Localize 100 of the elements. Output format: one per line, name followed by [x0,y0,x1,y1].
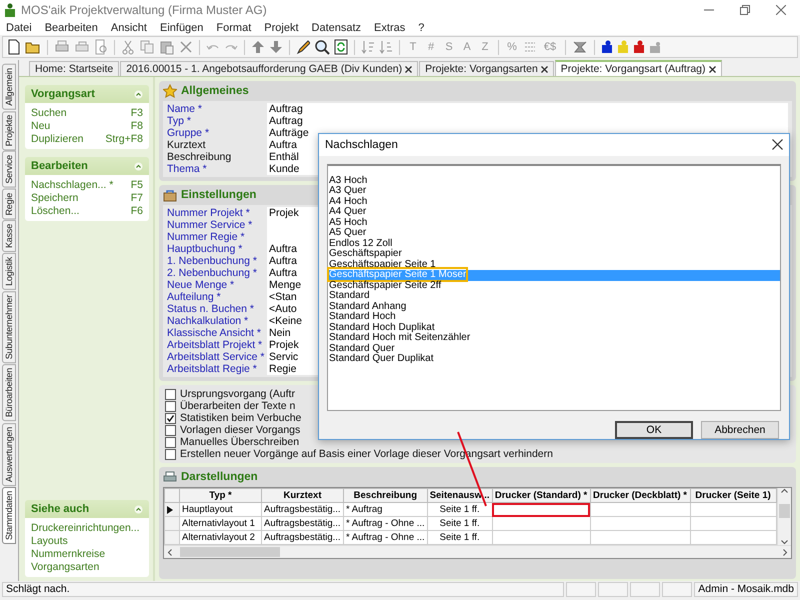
checkbox[interactable] [165,448,176,460]
column-header[interactable]: Beschreibung [344,488,428,502]
task-link[interactable]: Druckereinrichtungen... [31,522,143,534]
checkbox[interactable] [165,388,176,400]
side-tab[interactable]: Stammdaten [2,486,16,544]
close-icon[interactable] [708,66,716,72]
search-icon[interactable] [314,39,330,55]
menu-item[interactable]: ? [418,22,424,34]
menu-item[interactable]: Bearbeiten [44,22,98,34]
dialog-button[interactable]: OK [615,421,693,439]
menu-item[interactable]: Ansicht [110,22,147,34]
list-item[interactable]: Standard Anhang [328,302,780,312]
scroll-up-icon[interactable] [780,488,788,493]
list-item[interactable]: Geschäftspapier Seite 2ff [328,280,780,292]
print-preview-icon[interactable] [94,39,108,55]
list-item[interactable]: A5 Quer [328,228,780,239]
side-tab[interactable]: Subunternehmer [2,291,16,364]
horizontal-scrollbar[interactable] [164,545,791,558]
side-tab[interactable]: Service [2,151,16,188]
table-cell[interactable] [690,516,776,530]
task-link[interactable]: Nummernkreise [31,548,143,560]
list-item[interactable]: Geschäftspapier Seite 1 [328,260,780,270]
checkbox[interactable] [165,436,176,448]
list-item[interactable]: Standard Quer [328,344,780,354]
task-link[interactable]: Layouts [31,535,143,547]
input-field[interactable]: Auftrag [267,115,788,127]
menu-item[interactable]: Format [216,22,252,34]
list-item[interactable]: A4 Quer [328,207,780,218]
list-item[interactable]: Standard Hoch Duplikat [328,322,780,334]
side-tab[interactable]: Regie [2,188,16,220]
pencil-icon[interactable] [296,39,310,55]
task-link[interactable]: Duplizieren [31,133,84,145]
side-tab[interactable]: Allgemein [2,64,16,110]
collapse-icon[interactable] [134,162,143,170]
table-cell[interactable] [492,516,590,530]
vertical-scrollbar[interactable] [776,488,791,545]
list-item[interactable]: A5 Hoch [328,218,780,228]
side-tab[interactable]: Projekte [2,110,16,150]
list-item[interactable]: Geschäftspapier [328,249,780,260]
list-item[interactable]: A3 Quer [328,186,780,197]
checkbox[interactable] [165,424,176,436]
close-icon[interactable] [772,139,783,150]
task-link[interactable]: Neu [31,120,50,132]
side-tab[interactable]: Kasse [2,220,16,252]
side-tab[interactable]: Büroarbeiten [2,364,16,422]
checkbox[interactable] [165,412,176,424]
task-link[interactable]: Suchen [31,107,67,119]
document-tab[interactable]: 2016.00015 - 1. Angebotsaufforderung GAEB (Div Kunden) [120,61,418,76]
side-tab[interactable]: Auswertungen [2,422,16,486]
menu-item[interactable]: Extras [374,22,406,34]
menu-item[interactable]: Datensatz [312,22,362,34]
document-tab[interactable]: Projekte: Vorgangsart (Auftrag) [554,60,722,76]
new-document-icon[interactable] [7,39,21,55]
table-cell[interactable] [590,516,690,530]
close-icon[interactable] [540,66,548,72]
column-header[interactable]: Typ * [180,488,262,502]
close-icon[interactable] [405,66,412,72]
delete-icon[interactable] [179,39,193,55]
column-header[interactable]: Drucker (Deckblatt) * [590,488,690,502]
task-link[interactable]: Speichern [31,192,78,204]
table-cell[interactable] [690,502,776,516]
close-icon[interactable] [776,5,786,15]
paste-icon[interactable] [159,39,175,55]
puzzle-piece-icon[interactable] [633,40,645,54]
side-tab[interactable]: Logistik [2,253,16,290]
puzzle-piece-icon[interactable] [601,40,613,54]
document-tab[interactable]: Projekte: Vorgangsarten [419,61,554,76]
scissors-icon[interactable] [121,39,135,55]
list-item[interactable]: Standard Quer Duplikat [328,354,780,365]
highlighted-cell[interactable] [492,502,590,516]
column-header[interactable]: Kurztext [262,488,344,502]
sort-descending-icon[interactable] [379,39,393,55]
scroll-down-icon[interactable] [780,540,788,545]
list-item[interactable]: Endlos 12 Zoll [328,238,780,250]
restore-icon[interactable] [740,5,750,15]
checkbox[interactable] [165,400,176,412]
list-item[interactable]: Standard [328,291,780,302]
list-item[interactable]: Standard Hoch mit Seitenzähler [328,333,780,344]
refresh-icon[interactable] [334,39,348,55]
menu-item[interactable]: Datei [6,22,32,34]
table-cell[interactable] [590,502,690,516]
collapse-icon[interactable] [134,90,143,98]
document-tab[interactable]: Home: Startseite [29,61,120,76]
scroll-left-icon[interactable] [167,548,172,556]
input-field[interactable]: Auftrag [267,103,788,115]
menu-item[interactable]: Projekt [264,22,299,34]
column-header[interactable]: Drucker (Seite 1) [690,488,776,502]
collapse-icon[interactable] [134,504,143,514]
down-arrow-icon[interactable] [269,39,283,55]
dialog-button[interactable]: Abbrechen [701,421,779,439]
column-header[interactable]: Drucker (Standard) * [492,488,590,502]
task-link[interactable]: Nachschlagen... * [31,179,114,191]
task-link[interactable]: Vorgangsarten [31,561,143,573]
list-item[interactable]: A3 Hoch [328,176,780,186]
menu-item[interactable]: Einfügen [160,22,204,34]
up-arrow-icon[interactable] [251,39,265,55]
scroll-right-icon[interactable] [783,548,788,556]
list-item[interactable]: Standard Hoch [328,312,780,323]
task-link[interactable]: Löschen... [31,205,80,217]
sort-ascending-icon[interactable] [361,39,375,55]
